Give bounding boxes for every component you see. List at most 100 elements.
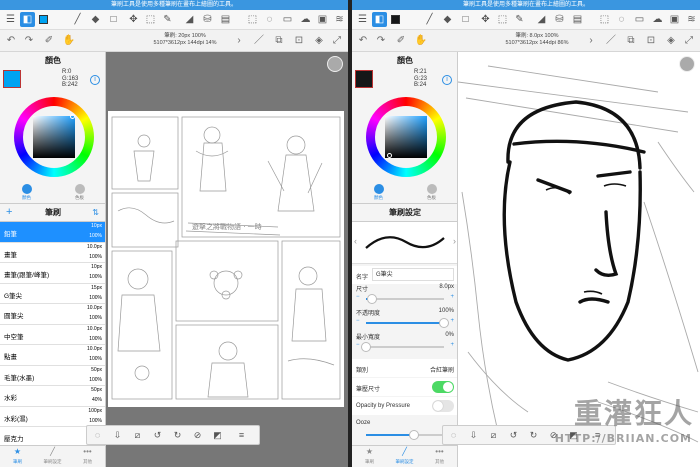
opacity-slider[interactable] — [366, 318, 449, 328]
sort-icon[interactable]: ⇅ — [92, 208, 99, 217]
canvas-area[interactable]: 遊撃之將戰物語 · 一時 ◌ ⇩ ⧄ ↺ ↻ ⊘ ◩ ≡ — [86, 52, 348, 467]
import-icon[interactable]: ⇩ — [467, 429, 480, 442]
tab-color[interactable]: 顏色 — [0, 182, 53, 204]
copy-icon[interactable]: ⧉ — [624, 34, 638, 48]
material-icon[interactable]: ▣ — [315, 12, 330, 27]
rect-select-icon[interactable]: □ — [106, 12, 121, 27]
move-icon[interactable]: ✥ — [478, 12, 493, 27]
select-icon[interactable]: ⬚ — [597, 12, 612, 27]
layers-stack-icon[interactable]: ≋ — [332, 12, 347, 27]
rotate-left-icon[interactable]: ↺ — [151, 429, 164, 442]
minus-icon[interactable]: − — [356, 342, 360, 348]
rotate-left-icon[interactable]: ↺ — [507, 429, 520, 442]
redo-icon[interactable]: ↷ — [22, 34, 36, 48]
layers-stack-icon[interactable]: ≋ — [684, 12, 699, 27]
tab-other[interactable]: ••• 其他 — [422, 446, 457, 467]
speech-bubble-icon[interactable]: ☁ — [650, 12, 665, 27]
manga-page[interactable]: 遊撃之將戰物語 · 一時 — [108, 111, 344, 407]
ooze-slider[interactable] — [366, 430, 444, 440]
fill-icon[interactable]: ◢ — [534, 12, 549, 27]
eraser-icon[interactable]: ◆ — [88, 12, 103, 27]
diagonal-icon[interactable]: ⧄ — [487, 429, 500, 442]
saturation-square[interactable] — [385, 116, 427, 158]
bucket-icon[interactable]: ⛁ — [200, 12, 215, 27]
brush-tool-icon[interactable]: ╱ — [422, 12, 437, 27]
rotate-right-icon[interactable]: ↻ — [527, 429, 540, 442]
expand-icon[interactable]: ⤢ — [330, 34, 344, 48]
plus-icon[interactable]: + — [450, 294, 454, 300]
brush-list-item[interactable]: 水彩 50px 40% — [0, 386, 105, 407]
brush-list-item[interactable]: 鉛筆 10px 100% — [0, 222, 105, 243]
avatar[interactable] — [679, 56, 695, 72]
type-row[interactable]: 類別 合紅筆刷 — [352, 359, 457, 377]
hamburger-icon[interactable]: ≡ — [235, 429, 248, 442]
chevron-left-icon[interactable]: ‹ — [354, 236, 357, 246]
brush-list-item[interactable]: 畫筆 10.0px 100% — [0, 242, 105, 263]
info-icon[interactable]: i — [90, 75, 100, 85]
layer-icon[interactable]: ◧ — [20, 12, 35, 27]
speech-bubble-icon[interactable]: ☁ — [298, 12, 313, 27]
pen-icon[interactable]: ／ — [252, 34, 266, 48]
color-swatch-icon[interactable] — [388, 12, 403, 27]
brush-name-field[interactable]: G筆尖 — [372, 268, 454, 281]
import-icon[interactable]: ⇩ — [111, 429, 124, 442]
brush-list-item[interactable]: 點畫 10.0px 100% — [0, 345, 105, 366]
tab-brush-settings[interactable]: ╱ 筆刷設定 — [35, 446, 70, 467]
paste-icon[interactable]: ⊡ — [644, 34, 658, 48]
current-color-swatch[interactable] — [355, 70, 373, 88]
brush-tool-icon[interactable]: ╱ — [70, 12, 85, 27]
tab-brush[interactable]: ★ 筆刷 — [0, 446, 35, 467]
plus-icon[interactable]: + — [450, 342, 454, 348]
menu-icon[interactable]: ☰ — [355, 12, 370, 27]
gradient-icon[interactable]: ▤ — [570, 12, 585, 27]
avatar[interactable] — [327, 56, 343, 72]
brush-list-item[interactable]: 圓筆尖 10.0px 100% — [0, 304, 105, 325]
lasso-icon[interactable]: ◌ — [614, 12, 629, 27]
layer-icon[interactable]: ◧ — [372, 12, 387, 27]
tab-palette[interactable]: 色板 — [405, 182, 457, 204]
brush-list-item[interactable]: G筆尖 15px 100% — [0, 283, 105, 304]
brush-list-item[interactable]: 中空筆 10.0px 100% — [0, 324, 105, 345]
no-entry-icon[interactable]: ⊘ — [191, 429, 204, 442]
diagonal-icon[interactable]: ⧄ — [131, 429, 144, 442]
undo-icon[interactable]: ↶ — [356, 34, 370, 48]
saturation-square[interactable] — [33, 114, 75, 158]
color-wheel[interactable] — [14, 97, 94, 177]
info-icon[interactable]: i — [442, 75, 452, 85]
lasso-fill-icon[interactable]: ◌ — [91, 429, 104, 442]
menu-icon[interactable]: ☰ — [3, 12, 18, 27]
eraser-icon[interactable]: ◆ — [440, 12, 455, 27]
material-icon[interactable]: ▣ — [667, 12, 682, 27]
edit-icon[interactable]: ✎ — [160, 12, 175, 27]
tab-brush-settings[interactable]: ╱ 筆刷設定 — [387, 446, 422, 467]
pen-icon[interactable]: ／ — [604, 34, 618, 48]
tab-color[interactable]: 顏色 — [352, 182, 405, 204]
color-picker-dot[interactable] — [70, 114, 75, 119]
stack-icon[interactable]: ◈ — [312, 34, 326, 48]
transform-icon[interactable]: ⬚ — [143, 12, 158, 27]
edit-icon[interactable]: ✎ — [512, 12, 527, 27]
text-icon[interactable]: ▭ — [280, 12, 295, 27]
tab-palette[interactable]: 色板 — [53, 182, 105, 204]
transform-icon[interactable]: ⬚ — [495, 12, 510, 27]
fill-square-icon[interactable]: ◩ — [211, 429, 224, 442]
brush-list-item[interactable]: 毛筆(水墨) 50px 100% — [0, 365, 105, 386]
color-picker-dot[interactable] — [387, 153, 392, 158]
opacity-pressure-toggle[interactable] — [432, 400, 454, 412]
move-icon[interactable]: ✥ — [126, 12, 141, 27]
canvas-area[interactable]: ◌ ⇩ ⧄ ↺ ↻ ⊘ ◩ ≡ 重灌狂人 HTTP://BRIIAN.COM — [442, 52, 700, 467]
bucket-icon[interactable]: ⛁ — [552, 12, 567, 27]
minus-icon[interactable]: − — [356, 318, 360, 324]
tab-other[interactable]: ••• 其他 — [70, 446, 105, 467]
rect-select-icon[interactable]: □ — [458, 12, 473, 27]
paste-icon[interactable]: ⊡ — [292, 34, 306, 48]
gradient-icon[interactable]: ▤ — [218, 12, 233, 27]
hand-icon[interactable]: ✋ — [62, 34, 76, 48]
chevron-right-icon[interactable]: › — [453, 236, 456, 246]
pen-size-toggle[interactable] — [432, 381, 454, 393]
tab-brush[interactable]: ★ 筆刷 — [352, 446, 387, 467]
minus-icon[interactable]: − — [356, 294, 360, 300]
fill-icon[interactable]: ◢ — [182, 12, 197, 27]
copy-icon[interactable]: ⧉ — [272, 34, 286, 48]
color-swatch-icon[interactable] — [36, 12, 51, 27]
